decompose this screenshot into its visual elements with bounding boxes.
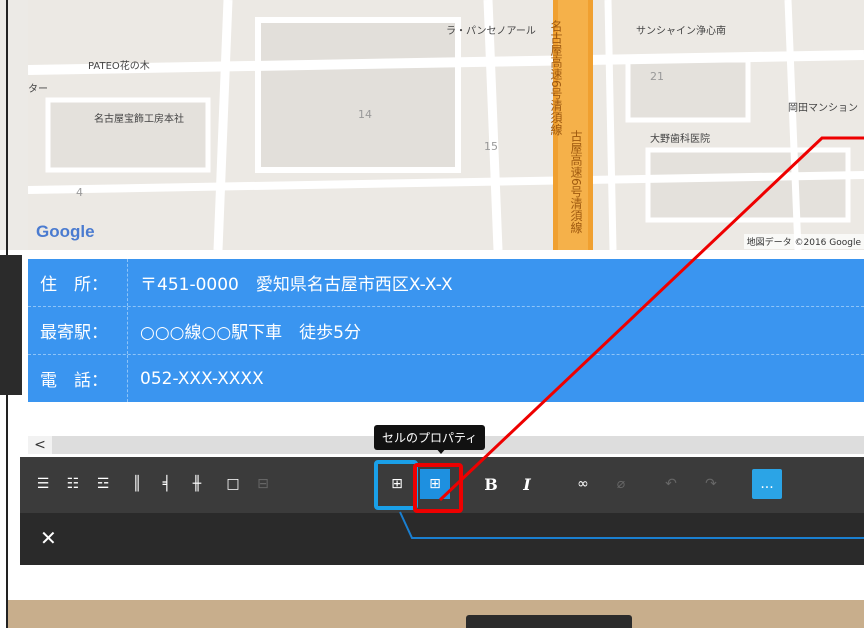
map-label: 古屋高速6号清須線	[569, 130, 583, 234]
scroll-left-arrow-icon[interactable]: <	[28, 436, 52, 454]
footer-dark-tab	[466, 615, 632, 628]
redo-icon[interactable]: ↷	[696, 469, 726, 499]
map-left-edge	[0, 0, 28, 250]
map-number: 14	[358, 108, 372, 121]
map-number: 4	[76, 186, 83, 199]
table-row[interactable]: 最寄駅： ○○○線○○駅下車 徒歩5分	[28, 307, 864, 355]
table-cell-label[interactable]: 電 話：	[28, 355, 128, 402]
table-cell-value[interactable]: ○○○線○○駅下車 徒歩5分	[128, 318, 361, 343]
map-label: サンシャイン浄心南	[636, 26, 726, 37]
map-label: 名古屋宝飾工房本社	[94, 114, 184, 125]
google-logo: Google	[36, 222, 95, 241]
table-row[interactable]: 電 話： 052-XXX-XXXX	[28, 355, 864, 402]
merge-cells-icon[interactable]: □	[218, 469, 248, 499]
highlight-box-red	[413, 463, 463, 513]
delete-row-icon[interactable]: ☲	[88, 469, 118, 499]
bold-button[interactable]: B	[476, 469, 506, 499]
table-cell-value[interactable]: 〒451-0000 愛知県名古屋市西区X-X-X	[128, 270, 453, 295]
map-label: ラ・パンセノアール	[446, 26, 536, 37]
map-number: 21	[650, 70, 664, 83]
table-row[interactable]: 住 所： 〒451-0000 愛知県名古屋市西区X-X-X	[28, 259, 864, 307]
undo-icon[interactable]: ↶	[656, 469, 686, 499]
map-label: 名古屋高速6号清須線	[549, 20, 563, 136]
editor-frame: PATEO花の木 名古屋宝飾工房本社 ラ・パンセノアール サンシャイン浄心南 岡…	[0, 0, 864, 628]
table-cell-label[interactable]: 最寄駅：	[28, 307, 128, 354]
map-number: 15	[484, 140, 498, 153]
table-cell-label[interactable]: 住 所：	[28, 259, 128, 306]
insert-column-left-icon[interactable]: ║	[122, 469, 152, 499]
footer-band	[8, 600, 864, 628]
map-credit[interactable]: 地図データ ©2016 Google	[743, 234, 864, 249]
split-cells-icon[interactable]: ⊟	[248, 469, 278, 499]
map-roads	[28, 0, 864, 250]
insert-row-above-icon[interactable]: ☰	[28, 469, 58, 499]
map-label: 岡田マンション	[788, 103, 858, 114]
close-icon[interactable]: ✕	[40, 526, 57, 550]
link-icon[interactable]: ∞	[568, 469, 598, 499]
map-label: PATEO花の木	[88, 61, 150, 72]
insert-column-right-icon[interactable]: ╡	[152, 469, 182, 499]
highlight-box-blue	[374, 460, 418, 510]
embedded-map[interactable]: PATEO花の木 名古屋宝飾工房本社 ラ・パンセノアール サンシャイン浄心南 岡…	[28, 0, 864, 250]
tooltip-arrow	[435, 447, 447, 454]
more-options-button[interactable]: ...	[752, 469, 782, 499]
map-label: ター	[28, 84, 48, 95]
insert-row-below-icon[interactable]: ☷	[58, 469, 88, 499]
page-gap	[8, 565, 864, 600]
left-side-panel	[0, 255, 22, 395]
table-cell-value[interactable]: 052-XXX-XXXX	[128, 369, 264, 389]
map-label: 大野歯科医院	[650, 134, 710, 145]
tooltip: セルのプロパティ	[374, 425, 486, 450]
address-table[interactable]: 住 所： 〒451-0000 愛知県名古屋市西区X-X-X 最寄駅： ○○○線○…	[28, 259, 864, 402]
editor-bottom-bar	[20, 513, 864, 565]
italic-button[interactable]: I	[512, 469, 542, 499]
delete-column-icon[interactable]: ╫	[182, 469, 212, 499]
unlink-icon[interactable]: ⌀	[606, 469, 636, 499]
